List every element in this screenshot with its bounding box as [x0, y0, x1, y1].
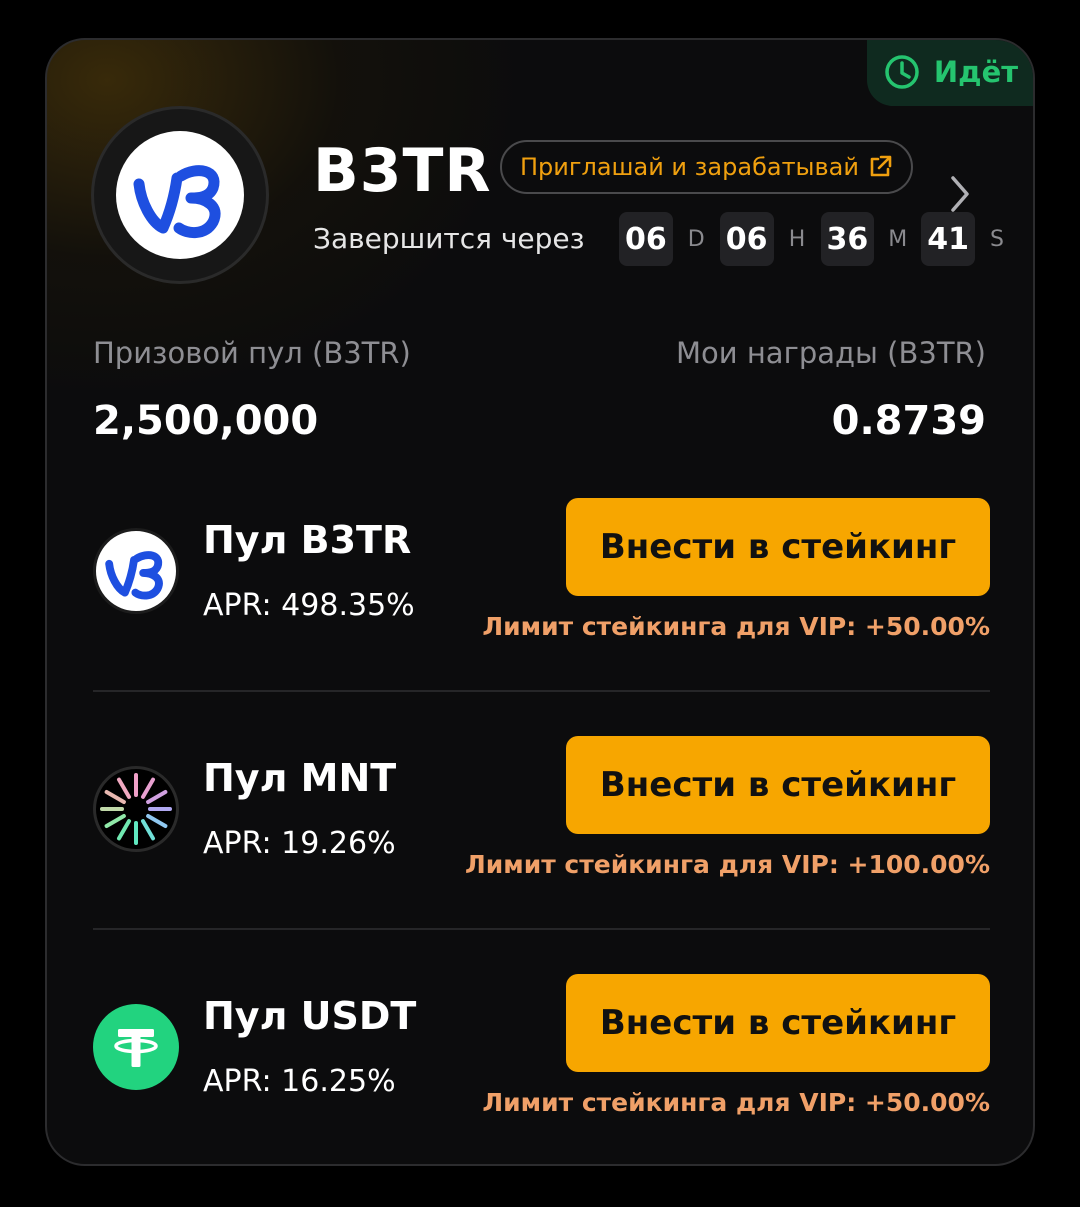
b3tr-logo-icon: [133, 165, 221, 238]
invite-label: Приглашай и зарабатывай: [520, 153, 859, 181]
clock-icon: [885, 55, 919, 89]
stake-button-b3tr[interactable]: Внести в стейкинг: [566, 498, 990, 596]
b3tr-logo-icon: [93, 528, 179, 614]
countdown-days-unit: D: [687, 226, 705, 252]
my-rewards-label: Мои награды (B3TR): [676, 336, 986, 370]
token-logo: [91, 106, 269, 284]
ends-in-label: Завершится через: [313, 222, 585, 255]
stake-button-usdt[interactable]: Внести в стейкинг: [566, 974, 990, 1072]
chevron-right-icon[interactable]: [945, 172, 975, 216]
countdown-minutes: 36: [820, 212, 875, 266]
pool-apr: APR: 19.26%: [203, 826, 396, 861]
pool-row-b3tr: Пул B3TR APR: 498.35% Внести в стейкинг …: [47, 498, 1033, 648]
mnt-logo-icon: [93, 766, 179, 852]
pool-apr: APR: 16.25%: [203, 1064, 396, 1099]
token-title: B3TR: [313, 136, 492, 206]
countdown-days: 06: [619, 212, 673, 266]
countdown-seconds-unit: S: [990, 226, 1004, 252]
status-badge: Идёт: [867, 40, 1033, 106]
pool-name: Пул MNT: [203, 756, 397, 800]
status-label: Идёт: [933, 55, 1019, 89]
vip-staking-limit: Лимит стейкинга для VIP: +50.00%: [482, 1088, 990, 1117]
countdown-timer: 06 D 06 H 36 M 41 S: [619, 212, 1019, 266]
stake-button-mnt[interactable]: Внести в стейкинг: [566, 736, 990, 834]
invite-and-earn-link[interactable]: Приглашай и зарабатывай: [500, 140, 913, 194]
countdown-minutes-unit: M: [888, 226, 908, 252]
prize-pool-value: 2,500,000: [93, 398, 319, 444]
pool-name: Пул B3TR: [203, 518, 412, 562]
pool-row-mnt: Пул MNT APR: 19.26% Внести в стейкинг Ли…: [47, 736, 1033, 886]
vip-staking-limit: Лимит стейкинга для VIP: +50.00%: [482, 612, 990, 641]
pool-apr: APR: 498.35%: [203, 588, 415, 623]
divider: [93, 690, 990, 692]
pool-row-usdt: Пул USDT APR: 16.25% Внести в стейкинг Л…: [47, 974, 1033, 1124]
vip-staking-limit: Лимит стейкинга для VIP: +100.00%: [465, 850, 990, 879]
external-link-icon: [870, 155, 892, 177]
my-rewards-value: 0.8739: [831, 398, 986, 444]
pool-name: Пул USDT: [203, 994, 417, 1038]
countdown-seconds: 41: [921, 212, 975, 266]
prize-pool-label: Призовой пул (B3TR): [93, 336, 411, 370]
countdown-hours: 06: [719, 212, 774, 266]
divider: [93, 928, 990, 930]
countdown-hours-unit: H: [788, 226, 806, 252]
usdt-logo-icon: [93, 1004, 179, 1090]
launchpool-card: Идёт B3TR Приглашай и зарабатывай Заверш…: [45, 38, 1035, 1166]
